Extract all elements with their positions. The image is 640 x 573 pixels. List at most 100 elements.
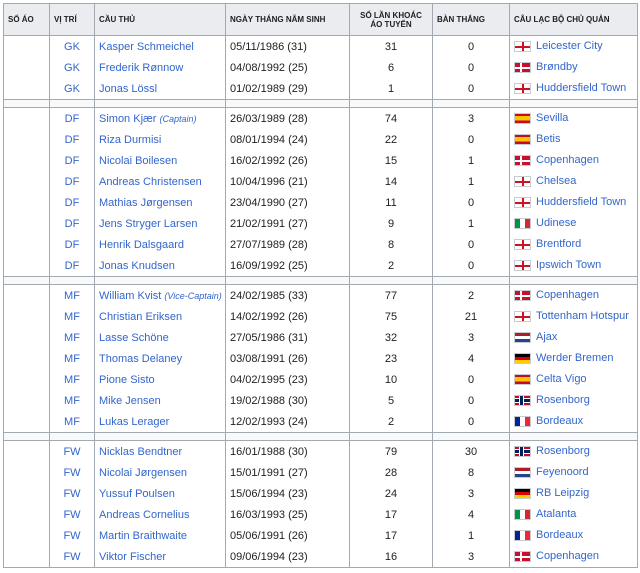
club-link[interactable]: RB Leipzig [536,488,589,500]
player-link[interactable]: Jonas Knudsen [99,260,175,272]
player-link[interactable]: Mike Jensen [99,395,161,407]
player-link[interactable]: Kasper Schmeichel [99,41,194,53]
position-cell[interactable]: DF [49,234,95,255]
nor-flag-icon[interactable] [514,446,531,458]
club-link[interactable]: Atalanta [536,509,576,521]
eng-flag-icon[interactable] [514,83,531,95]
position-cell[interactable]: FW [49,440,95,462]
eng-flag-icon[interactable] [514,311,531,323]
player-link[interactable]: Pione Sisto [99,374,155,386]
header-number[interactable]: SỐ ÁO [3,3,50,36]
player-link[interactable]: Jens Stryger Larsen [99,218,197,230]
club-link[interactable]: Rosenborg [536,395,590,407]
position-cell[interactable]: DF [49,150,95,171]
position-cell[interactable]: DF [49,107,95,129]
club-link[interactable]: Feyenoord [536,467,589,479]
club-link[interactable]: Udinese [536,218,576,230]
player-link[interactable]: William Kvist [99,290,161,302]
position-cell[interactable]: GK [49,35,95,57]
esp-flag-icon[interactable] [514,374,531,386]
eng-flag-icon[interactable] [514,176,531,188]
club-link[interactable]: Tottenham Hotspur [536,311,629,323]
player-link[interactable]: Andreas Christensen [99,176,202,188]
player-link[interactable]: Nicklas Bendtner [99,446,182,458]
header-position[interactable]: VỊ TRÍ [49,3,95,36]
den-flag-icon[interactable] [514,290,531,302]
player-link[interactable]: Lukas Lerager [99,416,169,428]
position-cell[interactable]: MF [49,348,95,369]
ita-flag-icon[interactable] [514,218,531,230]
fra-flag-icon[interactable] [514,530,531,542]
club-link[interactable]: Bordeaux [536,416,583,428]
club-link[interactable]: Huddersfield Town [536,83,626,95]
player-link[interactable]: Andreas Cornelius [99,509,190,521]
position-cell[interactable]: GK [49,57,95,78]
club-link[interactable]: Rosenborg [536,446,590,458]
player-link[interactable]: Riza Durmisi [99,134,161,146]
position-cell[interactable]: MF [49,327,95,348]
club-link[interactable]: Werder Bremen [536,353,613,365]
position-cell[interactable]: FW [49,504,95,525]
position-cell[interactable]: FW [49,462,95,483]
club-link[interactable]: Copenhagen [536,155,599,167]
position-cell[interactable]: MF [49,390,95,411]
den-flag-icon[interactable] [514,62,531,74]
position-cell[interactable]: DF [49,129,95,150]
position-cell[interactable]: DF [49,213,95,234]
club-link[interactable]: Leicester City [536,41,603,53]
club-link[interactable]: Ipswich Town [536,260,601,272]
position-cell[interactable]: FW [49,546,95,568]
club-link[interactable]: Copenhagen [536,551,599,563]
ned-flag-icon[interactable] [514,467,531,479]
player-link[interactable]: Simon Kjær [99,113,156,125]
header-goals[interactable]: BÀN THẮNG [432,3,510,36]
player-link[interactable]: Nicolai Boilesen [99,155,177,167]
player-link[interactable]: Yussuf Poulsen [99,488,175,500]
eng-flag-icon[interactable] [514,260,531,272]
fra-flag-icon[interactable] [514,416,531,428]
player-link[interactable]: Nicolai Jørgensen [99,467,187,479]
club-link[interactable]: Copenhagen [536,290,599,302]
position-cell[interactable]: DF [49,171,95,192]
player-link[interactable]: Lasse Schöne [99,332,169,344]
club-link[interactable]: Brøndby [536,62,578,74]
position-cell[interactable]: MF [49,284,95,306]
header-club[interactable]: CÂU LẠC BỘ CHỦ QUẢN [509,3,638,36]
club-link[interactable]: Bordeaux [536,530,583,542]
eng-flag-icon[interactable] [514,41,531,53]
position-cell[interactable]: DF [49,255,95,277]
header-player[interactable]: CẦU THỦ [94,3,226,36]
eng-flag-icon[interactable] [514,239,531,251]
player-link[interactable]: Jonas Lössl [99,83,157,95]
header-caps[interactable]: SỐ LẦN KHOÁC ÁO TUYỂN [349,3,433,36]
player-link[interactable]: Frederik Rønnow [99,62,183,74]
player-link[interactable]: Mathias Jørgensen [99,197,193,209]
ger-flag-icon[interactable] [514,488,531,500]
header-dob[interactable]: NGÀY THÁNG NĂM SINH [225,3,350,36]
position-cell[interactable]: GK [49,78,95,100]
position-cell[interactable]: FW [49,483,95,504]
den-flag-icon[interactable] [514,551,531,563]
club-link[interactable]: Celta Vigo [536,374,587,386]
nor-flag-icon[interactable] [514,395,531,407]
club-link[interactable]: Betis [536,134,560,146]
player-link[interactable]: Martin Braithwaite [99,530,187,542]
position-cell[interactable]: FW [49,525,95,546]
ned-flag-icon[interactable] [514,332,531,344]
den-flag-icon[interactable] [514,155,531,167]
player-link[interactable]: Christian Eriksen [99,311,182,323]
eng-flag-icon[interactable] [514,197,531,209]
club-link[interactable]: Huddersfield Town [536,197,626,209]
club-link[interactable]: Chelsea [536,176,576,188]
club-link[interactable]: Sevilla [536,113,568,125]
player-link[interactable]: Thomas Delaney [99,353,182,365]
club-link[interactable]: Ajax [536,332,557,344]
position-cell[interactable]: MF [49,306,95,327]
player-link[interactable]: Viktor Fischer [99,551,166,563]
position-cell[interactable]: MF [49,369,95,390]
player-link[interactable]: Henrik Dalsgaard [99,239,184,251]
ger-flag-icon[interactable] [514,353,531,365]
club-link[interactable]: Brentford [536,239,581,251]
esp-flag-icon[interactable] [514,113,531,125]
esp-flag-icon[interactable] [514,134,531,146]
